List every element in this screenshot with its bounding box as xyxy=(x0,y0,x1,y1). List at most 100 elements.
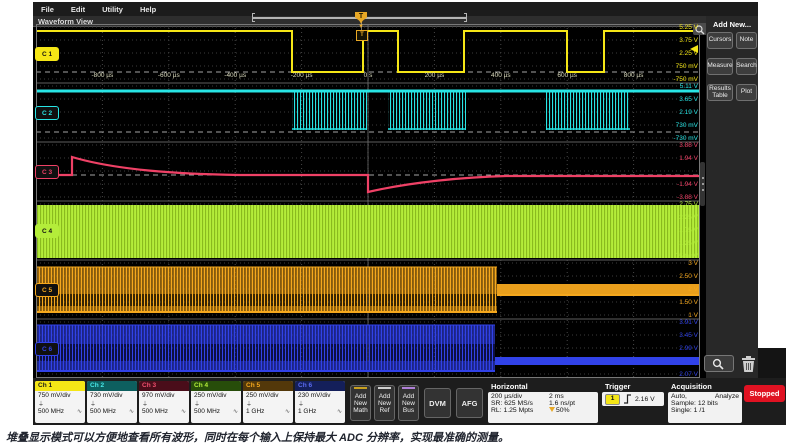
grid-resize-handle[interactable] xyxy=(700,162,705,206)
channel-card-title: Ch 2 xyxy=(87,381,137,391)
menu-item-utility[interactable]: Utility xyxy=(102,5,123,14)
scale-label: 2.19 V xyxy=(679,109,698,116)
time-label: -600 µs xyxy=(158,72,180,79)
sidebar-button-results-table[interactable]: Results Table xyxy=(707,84,733,101)
zoom-mode-button[interactable] xyxy=(704,355,734,372)
channel-scale: 250 mV/div xyxy=(246,392,290,399)
page-margin xyxy=(758,0,786,348)
channel-bandwidth: 1 GHz∿ xyxy=(298,408,342,415)
channel-card-ch-1[interactable]: Ch 1750 mV/div⏚500 MHz∿ xyxy=(35,381,85,423)
pan-zoom-right-bracket[interactable] xyxy=(464,13,467,22)
acquisition-analyze: Analyze xyxy=(715,393,739,400)
afg-button[interactable]: AFG xyxy=(456,388,483,418)
channel-card-body: 730 mV/div⏚500 MHz∿ xyxy=(87,391,137,416)
channel-card-title: Ch 1 xyxy=(35,381,85,391)
time-label: -800 µs xyxy=(91,72,113,79)
channel-scale: 970 mV/div xyxy=(142,392,186,399)
scale-label: 3 V xyxy=(688,260,698,267)
menu-item-help[interactable]: Help xyxy=(140,5,156,14)
scale-label: 1.75 V xyxy=(679,227,698,234)
add-new-math-button[interactable]: Add New Math xyxy=(350,385,371,421)
channel-tag-c-4[interactable]: C 4 xyxy=(35,224,59,238)
scale-label: 2 V xyxy=(688,286,698,293)
channel-card-ch-6[interactable]: Ch 6230 mV/div⏚1 GHz∿ xyxy=(295,381,345,423)
scale-label: 1.25 V xyxy=(679,240,698,247)
channel-bandwidth: 1 GHz∿ xyxy=(246,408,290,415)
scale-label: 1 V xyxy=(688,312,698,319)
channel-card-body: 250 mV/div⏚500 MHz∿ xyxy=(191,391,241,416)
sidebar-button-search[interactable]: Search xyxy=(736,58,757,75)
channel-tag-c-5[interactable]: C 5 xyxy=(35,283,59,297)
channel-tag-c-6[interactable]: C 6 xyxy=(35,342,59,356)
bandwidth-icon: ∿ xyxy=(129,408,134,415)
sidebar-button-note[interactable]: Note xyxy=(736,32,757,49)
bandwidth-icon: ∿ xyxy=(233,408,238,415)
pan-zoom-left-bracket[interactable] xyxy=(252,13,255,22)
trigger-panel[interactable]: 1 2.16 V xyxy=(602,392,664,406)
sidebar-button-plot[interactable]: Plot xyxy=(736,84,757,101)
acquisition-sample: Sample: 12 bits xyxy=(671,400,739,407)
add-new-bus-button[interactable]: Add New Bus xyxy=(398,385,419,421)
dvm-button[interactable]: DVM xyxy=(424,388,451,418)
scale-label: -1.94 V xyxy=(677,181,698,188)
bandwidth-icon: ∿ xyxy=(337,408,342,415)
add-new-ref-button[interactable]: Add New Ref xyxy=(374,385,395,421)
scale-label: 5.25 V xyxy=(679,24,698,31)
trigger-t-marker[interactable]: T xyxy=(356,30,368,41)
sidebar-button-cursors[interactable]: Cursors xyxy=(707,32,733,49)
trash-icon[interactable] xyxy=(738,353,758,375)
channel-bandwidth: 500 MHz∿ xyxy=(38,408,82,415)
channel-card-ch-5[interactable]: Ch 5250 mV/div⏚1 GHz∿ xyxy=(243,381,293,423)
channel-card-body: 750 mV/div⏚500 MHz∿ xyxy=(35,391,85,416)
scale-label: 2.75 V xyxy=(679,201,698,208)
trigger-position-icon xyxy=(549,407,555,412)
scale-label: -730 mV xyxy=(673,135,698,142)
time-label: 600 µs xyxy=(557,72,577,79)
bandwidth-icon: ∿ xyxy=(77,408,82,415)
scale-label: 1.50 V xyxy=(679,299,698,306)
channel-card-ch-2[interactable]: Ch 2730 mV/div⏚500 MHz∿ xyxy=(87,381,137,423)
acquisition-panel[interactable]: Auto, Analyze Sample: 12 bits Single: 1 … xyxy=(668,392,742,423)
scale-label: 3.91 V xyxy=(679,319,698,326)
channel-scale: 250 mV/div xyxy=(194,392,238,399)
channel-tag-c-3[interactable]: C 3 xyxy=(35,165,59,179)
rising-edge-icon xyxy=(623,394,632,404)
channel-card-ch-4[interactable]: Ch 4250 mV/div⏚500 MHz∿ xyxy=(191,381,241,423)
menu-item-edit[interactable]: Edit xyxy=(71,5,85,14)
channel-tag-c-1[interactable]: C 1 xyxy=(35,47,59,61)
coupling-icon: ⏚ xyxy=(194,399,238,408)
acquisition-mode: Auto, xyxy=(671,393,687,400)
channel-card-ch-3[interactable]: Ch 3970 mV/div⏚500 MHz∿ xyxy=(139,381,189,423)
channel-scale: 730 mV/div xyxy=(90,392,134,399)
menu-item-file[interactable]: File xyxy=(41,5,54,14)
time-label: 200 µs xyxy=(425,72,445,79)
channel-card-body: 970 mV/div⏚500 MHz∿ xyxy=(139,391,189,416)
scale-label: 2.07 V xyxy=(679,371,698,378)
trigger-level-value: 2.16 V xyxy=(635,396,655,403)
scale-label: 2.99 V xyxy=(679,345,698,352)
horizontal-panel[interactable]: 200 µs/div2 msSR: 625 MS/s1.6 ns/ptRL: 1… xyxy=(488,392,598,423)
time-label: 0 s xyxy=(364,72,373,79)
ch5-trace xyxy=(36,267,497,313)
channel-tag-c-2[interactable]: C 2 xyxy=(35,106,59,120)
channel-card-body: 250 mV/div⏚1 GHz∿ xyxy=(243,391,293,416)
menu-bar: File Edit Utility Help xyxy=(33,2,758,16)
horizontal-row: RL: 1.25 Mpts50% xyxy=(491,407,595,414)
add-new-title: Add New... xyxy=(706,20,758,29)
time-label: 400 µs xyxy=(491,72,511,79)
ch6-trace xyxy=(36,325,495,372)
sidebar-button-measure[interactable]: Measure xyxy=(707,58,733,75)
channel-bandwidth: 500 MHz∿ xyxy=(142,408,186,415)
time-label: -200 µs xyxy=(291,72,313,79)
acquisition-single: Single: 1 /1 xyxy=(671,407,739,414)
scale-label: 1.94 V xyxy=(679,155,698,162)
coupling-icon: ⏚ xyxy=(142,399,186,408)
add-new-buttons: Add New MathAdd New RefAdd New Bus xyxy=(350,385,419,421)
channel-card-title: Ch 5 xyxy=(243,381,293,391)
trigger-chevrons-icon: ▾▾ xyxy=(357,21,365,30)
channel-cards: Ch 1750 mV/div⏚500 MHz∿Ch 2730 mV/div⏚50… xyxy=(35,381,345,423)
scale-label: 3.45 V xyxy=(679,332,698,339)
run-stop-button[interactable]: Stopped xyxy=(744,385,785,402)
scale-label: 3.75 V xyxy=(679,37,698,44)
coupling-icon: ⏚ xyxy=(246,399,290,408)
